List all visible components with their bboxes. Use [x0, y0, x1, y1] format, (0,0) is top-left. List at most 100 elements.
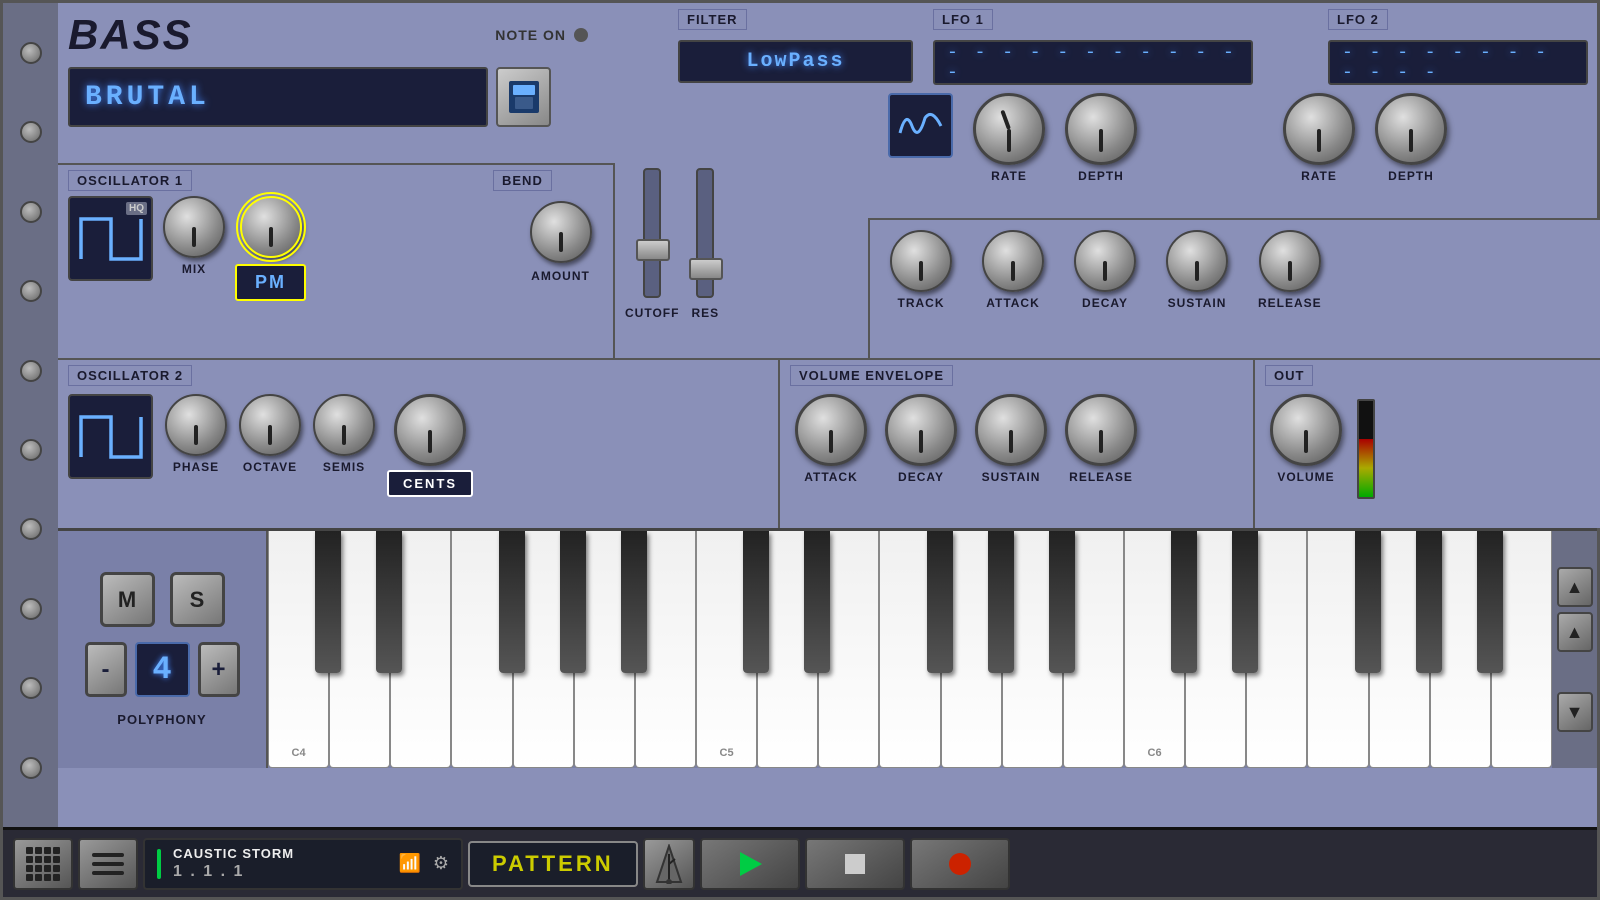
vol-sustain-knob[interactable] — [975, 394, 1047, 466]
play-button[interactable] — [700, 838, 800, 890]
grid-icon — [26, 847, 60, 881]
filter-section-label: FILTER — [678, 9, 747, 30]
minus-label: - — [102, 656, 110, 684]
polyphony-increase-button[interactable]: + — [198, 642, 240, 697]
bend-section-label: BEND — [493, 170, 552, 191]
osc2-wave-display[interactable] — [68, 394, 153, 479]
white-key-F4[interactable] — [451, 531, 512, 768]
black-key[interactable] — [621, 531, 647, 673]
white-key-C6[interactable]: C6 — [1124, 531, 1185, 768]
lfo2-rate-knob[interactable] — [1283, 93, 1355, 165]
menu-button[interactable] — [78, 838, 138, 890]
piano-container: C4 C5 C6 — [268, 531, 1552, 768]
stereo-button[interactable]: S — [170, 572, 225, 627]
vol-release-label: RELEASE — [1069, 470, 1133, 484]
polyphony-row: - 4 + — [85, 642, 240, 697]
lfo1-section-label: LFO 1 — [933, 9, 993, 30]
hq-badge: HQ — [126, 202, 147, 215]
filter-release-knob[interactable] — [1259, 230, 1321, 292]
filter-decay-knob[interactable] — [1074, 230, 1136, 292]
lfo1-depth-knob[interactable] — [1065, 93, 1137, 165]
osc1-wave-display[interactable]: HQ — [68, 196, 153, 281]
cutoff-group: CUTOFF — [625, 168, 679, 320]
scroll-down-button[interactable]: ▼ — [1557, 692, 1593, 732]
white-key-F6[interactable] — [1307, 531, 1368, 768]
osc1-mix-knob[interactable] — [163, 196, 225, 258]
osc2-cents-knob[interactable] — [394, 394, 466, 466]
black-key[interactable] — [804, 531, 830, 673]
res-slider-track[interactable] — [696, 168, 714, 298]
lfo1-knobs: RATE DEPTH — [868, 93, 1263, 183]
out-volume-label: VOLUME — [1277, 470, 1334, 484]
bend-amount-knob[interactable] — [530, 201, 592, 263]
cutoff-slider-track[interactable] — [643, 168, 661, 298]
screw — [20, 677, 42, 699]
white-key-C5[interactable]: C5 — [696, 531, 757, 768]
osc2-phase-label: PHASE — [173, 460, 219, 474]
preset-display[interactable]: BRUTAL — [68, 67, 488, 127]
osc2-semis-knob[interactable] — [313, 394, 375, 456]
vol-release-knob[interactable] — [1065, 394, 1137, 466]
pattern-button[interactable]: PATTERN — [468, 841, 638, 887]
polyphony-section: M S - 4 + POLYPHONY — [58, 531, 268, 768]
filter-attack-knob[interactable] — [982, 230, 1044, 292]
vol-decay-group: DECAY — [885, 394, 957, 484]
pm-button[interactable]: PM — [235, 264, 306, 301]
out-volume-knob[interactable] — [1270, 394, 1342, 466]
lfo2-section-label: LFO 2 — [1328, 9, 1388, 30]
lfo1-wave-button[interactable] — [888, 93, 953, 158]
black-key[interactable] — [376, 531, 402, 673]
filter-type-display[interactable]: LowPass — [678, 40, 913, 83]
white-key-C4[interactable]: C4 — [268, 531, 329, 768]
osc2-phase-knob[interactable] — [165, 394, 227, 456]
grid-view-button[interactable] — [13, 838, 73, 890]
osc2-octave-knob[interactable] — [239, 394, 301, 456]
mono-button[interactable]: M — [100, 572, 155, 627]
black-key[interactable] — [743, 531, 769, 673]
record-button[interactable] — [910, 838, 1010, 890]
vu-bar — [1359, 439, 1373, 497]
black-key[interactable] — [1416, 531, 1442, 673]
vol-sustain-label: SUSTAIN — [982, 470, 1041, 484]
polyphony-label: POLYPHONY — [117, 712, 206, 727]
filter-sustain-knob[interactable] — [1166, 230, 1228, 292]
white-key-F5[interactable] — [879, 531, 940, 768]
vol-attack-knob[interactable] — [795, 394, 867, 466]
black-key[interactable] — [927, 531, 953, 673]
lfo2-depth-group: DEPTH — [1375, 93, 1447, 183]
lfo2-display: - - - - - - - - - - - - — [1328, 40, 1588, 85]
black-key[interactable] — [1171, 531, 1197, 673]
black-key[interactable] — [1477, 531, 1503, 673]
save-button[interactable] — [496, 67, 551, 127]
vol-decay-knob[interactable] — [885, 394, 957, 466]
polyphony-decrease-button[interactable]: - — [85, 642, 127, 697]
black-key[interactable] — [499, 531, 525, 673]
cutoff-slider-thumb[interactable] — [636, 239, 670, 261]
black-key[interactable] — [1355, 531, 1381, 673]
lfo1-depth-group: DEPTH — [1065, 93, 1137, 183]
metronome-button[interactable] — [643, 838, 695, 890]
preset-name: BRUTAL — [85, 82, 210, 113]
stop-button[interactable] — [805, 838, 905, 890]
black-key[interactable] — [1049, 531, 1075, 673]
save-icon — [509, 81, 539, 113]
scroll-up-button[interactable]: ▲ — [1557, 567, 1593, 607]
filter-track-knob[interactable] — [890, 230, 952, 292]
lfo2-depth-knob[interactable] — [1375, 93, 1447, 165]
osc1-pm-knob[interactable] — [240, 196, 302, 258]
lfo1-rate-knob[interactable] — [973, 93, 1045, 165]
filter-release-group: RELEASE — [1258, 230, 1322, 310]
vol-decay-label: DECAY — [898, 470, 944, 484]
lfo1-display: - - - - - - - - - - - - — [933, 40, 1253, 85]
scroll-up-small-button[interactable]: ▲ — [1557, 612, 1593, 652]
black-key[interactable] — [315, 531, 341, 673]
screw — [20, 439, 42, 461]
black-key[interactable] — [988, 531, 1014, 673]
black-key[interactable] — [1232, 531, 1258, 673]
black-key[interactable] — [560, 531, 586, 673]
filter-release-label: RELEASE — [1258, 296, 1322, 310]
preset-row: BRUTAL — [68, 67, 588, 127]
cents-label[interactable]: CENTS — [387, 470, 473, 497]
res-slider-thumb[interactable] — [689, 258, 723, 280]
synth-body: BASS NOTE ON BRUTAL FILTER Low — [0, 0, 1600, 900]
